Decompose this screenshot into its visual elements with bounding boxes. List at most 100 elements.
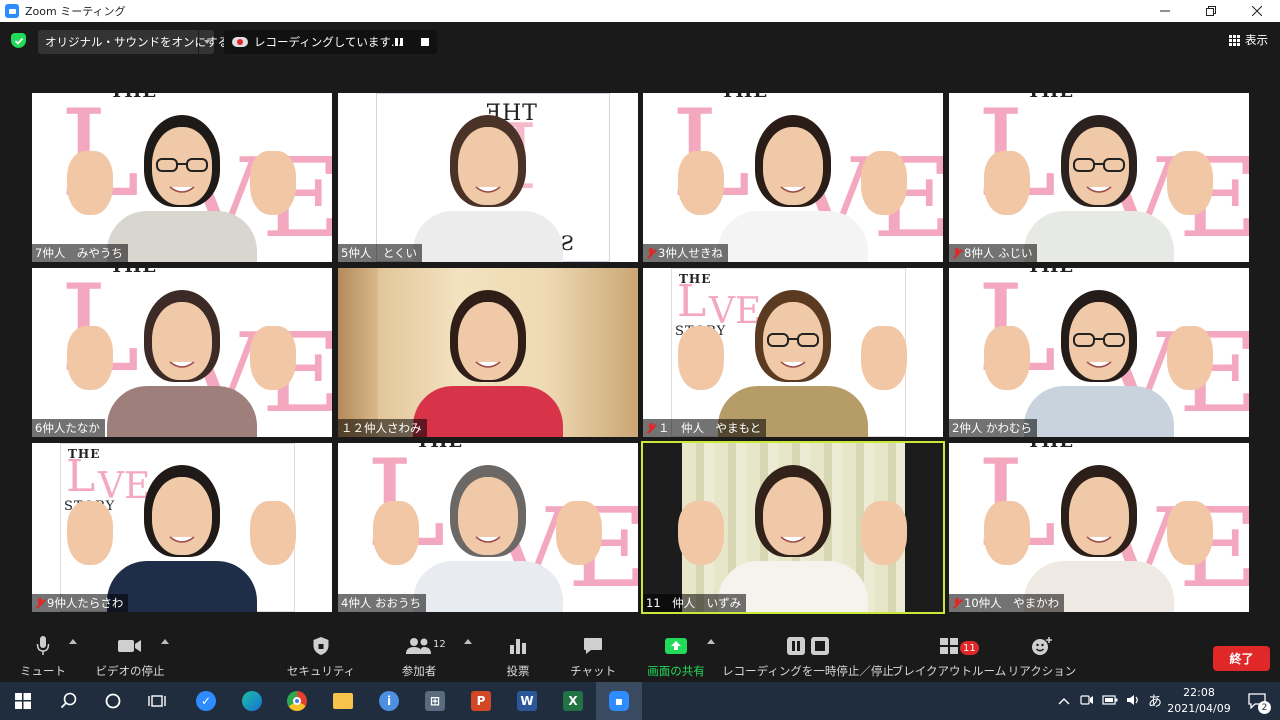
- original-sound-label: オリジナル・サウンドをオンにする: [45, 35, 230, 49]
- participant-video-tile[interactable]: THE L VE 8仲人 ふじい: [949, 93, 1249, 262]
- right-hand: [1167, 326, 1213, 390]
- participant-name: 4仲人 おおうち: [341, 596, 421, 610]
- video-camera-icon: [117, 634, 143, 658]
- participant-video-tile[interactable]: １２仲人さわみ: [338, 268, 638, 437]
- left-hand: [984, 501, 1030, 565]
- chevron-up-icon[interactable]: [1058, 694, 1070, 708]
- person-body: [413, 211, 563, 262]
- recording-status-text: レコーディングしています...: [254, 35, 402, 49]
- participant-name-tag: 2仲人 かわむら: [949, 419, 1037, 437]
- smile-icon: [1086, 186, 1112, 193]
- clock-date: 2021/04/09: [1167, 702, 1231, 715]
- participant-name: 9仲人たらさわ: [47, 596, 124, 610]
- participant-name-tag: 11 仲人 いずみ: [643, 594, 747, 612]
- breakout-rooms-icon: [939, 634, 959, 658]
- participant-name: 7仲人 みやうち: [35, 246, 123, 260]
- meet-now-icon[interactable]: [1080, 694, 1094, 709]
- participant-name-tag: 3仲人せきね: [643, 244, 728, 262]
- participant-video-tile[interactable]: THE L VE 3仲人せきね: [643, 93, 943, 262]
- original-sound-button[interactable]: オリジナル・サウンドをオンにする: [38, 30, 230, 54]
- participant-name: 5仲人 とくい: [341, 246, 417, 260]
- participant-name-tag: 5仲人 とくい: [338, 244, 422, 262]
- start-icon[interactable]: [0, 682, 46, 720]
- breakout-rooms-button[interactable]: ブレイクアウトルーム: [892, 634, 1006, 680]
- chat-label: チャット: [570, 664, 616, 678]
- explorer-icon[interactable]: [320, 682, 366, 720]
- windows-taskbar: ✓ i ⊞ P W X ▪ あ 22:08 2021/04/09 2: [0, 682, 1280, 720]
- share-options-chevron-icon[interactable]: [707, 639, 715, 644]
- encryption-shield-icon[interactable]: [11, 33, 26, 48]
- edge-icon[interactable]: [229, 682, 275, 720]
- participants-options-chevron-icon[interactable]: [464, 639, 472, 644]
- participant-video-tile[interactable]: THE L VE 2仲人 かわむら: [949, 268, 1249, 437]
- search-icon[interactable]: [46, 682, 92, 720]
- participant-video-tile[interactable]: THE L VE 10仲人 やまかわ: [949, 443, 1249, 612]
- muted-microphone-icon: [35, 597, 45, 609]
- participant-video-tile[interactable]: THE L STORY 5仲人 とくい: [338, 93, 638, 262]
- info-icon[interactable]: i: [366, 682, 412, 720]
- word-icon[interactable]: W: [504, 682, 550, 720]
- end-meeting-button[interactable]: 終了: [1213, 646, 1270, 671]
- notification-icon[interactable]: 2: [1234, 682, 1280, 720]
- participant-video-tile[interactable]: THE L VE 7仲人 みやうち: [32, 93, 332, 262]
- poll-label: 投票: [506, 664, 530, 678]
- zoom-icon[interactable]: ▪: [596, 682, 642, 720]
- chat-button[interactable]: チャット: [570, 634, 616, 680]
- share-screen-label: 画面の共有: [647, 664, 705, 678]
- participant-video-tile[interactable]: 11 仲人 いずみ: [641, 441, 945, 614]
- task-view-icon[interactable]: [134, 682, 180, 720]
- chevron-down-icon[interactable]: [198, 30, 214, 54]
- chrome-icon[interactable]: [274, 682, 320, 720]
- mute-button[interactable]: ミュート: [20, 634, 66, 680]
- participant-name-tag: 8仲人 ふじい: [949, 244, 1038, 262]
- participant-video-tile[interactable]: THE L VE 4仲人 おおうち: [338, 443, 638, 612]
- volume-icon[interactable]: [1126, 694, 1140, 709]
- participant-video-tile[interactable]: THE L VE STORY １ 仲人 やまもと: [643, 268, 943, 437]
- participants-count: 12: [433, 639, 446, 650]
- video-options-chevron-icon[interactable]: [161, 639, 169, 644]
- participants-label: 参加者: [401, 664, 437, 678]
- stop-recording-icon[interactable]: [421, 38, 429, 46]
- taskbar-clock[interactable]: 22:08 2021/04/09: [1164, 685, 1234, 717]
- store-icon[interactable]: ⊞: [412, 682, 458, 720]
- view-button[interactable]: 表示: [1229, 32, 1268, 48]
- security-button[interactable]: セキュリティ: [287, 634, 355, 680]
- right-hand: [861, 326, 907, 390]
- smile-icon: [475, 186, 501, 193]
- stop-video-button[interactable]: ビデオの停止: [96, 634, 165, 680]
- ime-indicator[interactable]: あ: [1148, 691, 1162, 711]
- glasses-icon: [1073, 333, 1125, 347]
- participant-video-tile[interactable]: THE L VE 6仲人たなか: [32, 268, 332, 437]
- pause-stop-recording-button[interactable]: レコーディングを一時停止／停止: [722, 634, 894, 680]
- smile-icon: [475, 361, 501, 368]
- muted-microphone-icon: [646, 247, 656, 259]
- pause-recording-icon[interactable]: [395, 38, 403, 46]
- left-hand: [678, 151, 724, 215]
- audio-options-chevron-icon[interactable]: [69, 639, 77, 644]
- share-screen-button[interactable]: 画面の共有: [642, 634, 710, 680]
- participant-video-tile[interactable]: THE L VE STORY 9仲人たらさわ: [32, 443, 332, 612]
- powerpoint-icon[interactable]: P: [458, 682, 504, 720]
- participant-name: １２仲人さわみ: [341, 421, 422, 435]
- breakout-rooms-badge: 11: [960, 641, 979, 655]
- glasses-icon: [767, 333, 819, 347]
- participant-name-tag: 6仲人たなか: [32, 419, 105, 437]
- clock-time: 22:08: [1183, 686, 1215, 699]
- close-icon[interactable]: [1234, 0, 1280, 22]
- cloud-recording-icon: [232, 37, 248, 47]
- maximize-icon[interactable]: [1188, 0, 1234, 22]
- person-body: [107, 561, 257, 612]
- app-icon[interactable]: ✓: [183, 682, 229, 720]
- window-titlebar: Zoom ミーティング: [0, 0, 1280, 22]
- participant-name: 2仲人 かわむら: [952, 421, 1032, 435]
- share-screen-icon: [664, 634, 688, 658]
- cortana-icon[interactable]: [90, 682, 136, 720]
- participant-name: 11 仲人 いずみ: [646, 596, 742, 610]
- excel-icon[interactable]: X: [550, 682, 596, 720]
- reactions-button[interactable]: リアクション: [1008, 634, 1076, 680]
- smile-icon: [780, 186, 806, 193]
- battery-icon[interactable]: [1102, 694, 1118, 708]
- left-hand: [678, 501, 724, 565]
- poll-button[interactable]: 投票: [501, 634, 535, 680]
- minimize-icon[interactable]: [1142, 0, 1188, 22]
